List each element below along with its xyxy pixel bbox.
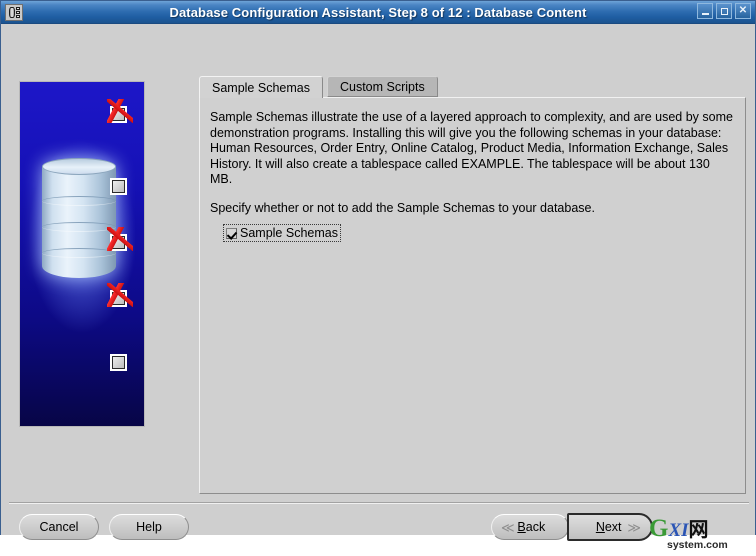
window-title: Database Configuration Assistant, Step 8… bbox=[169, 4, 587, 20]
tab-custom-scripts-label: Custom Scripts bbox=[339, 79, 425, 94]
tab-sample-schemas-label: Sample Schemas bbox=[212, 80, 310, 95]
illustration-marker-checked bbox=[107, 227, 133, 251]
cancel-button[interactable]: Cancel bbox=[19, 514, 99, 540]
database-wizard-illustration bbox=[19, 81, 145, 427]
watermark-main: GXI网 bbox=[649, 516, 753, 544]
database-cylinder-graphic bbox=[42, 158, 116, 284]
watermark-subtitle: system.com bbox=[667, 539, 728, 551]
close-icon: ✕ bbox=[738, 5, 748, 16]
title-bar: Database Configuration Assistant, Step 8… bbox=[1, 1, 755, 24]
maximize-button[interactable] bbox=[716, 3, 732, 19]
tab-content-panel: Sample Schemas illustrate the use of a l… bbox=[199, 97, 746, 494]
chevron-left-icon: ≪ bbox=[501, 519, 515, 535]
tab-custom-scripts[interactable]: Custom Scripts bbox=[326, 76, 438, 97]
window-controls: ✕ bbox=[697, 3, 751, 19]
next-button[interactable]: Next ≫ bbox=[567, 513, 653, 541]
help-button-label: Help bbox=[136, 520, 162, 534]
help-button[interactable]: Help bbox=[109, 514, 189, 540]
instruction-paragraph: Specify whether or not to add the Sample… bbox=[210, 201, 595, 215]
minimize-icon bbox=[701, 12, 709, 15]
database-icon-cylinder bbox=[8, 6, 15, 18]
tab-bar: Sample Schemas Custom Scripts bbox=[199, 76, 438, 98]
illustration-marker-empty bbox=[110, 178, 127, 195]
back-button-label: Back bbox=[517, 520, 546, 534]
watermark-xi: XI bbox=[668, 520, 689, 541]
sample-schemas-checkbox-label: Sample Schemas bbox=[240, 226, 338, 240]
illustration-marker-checked bbox=[107, 99, 133, 123]
cancel-button-label: Cancel bbox=[39, 520, 79, 534]
chevron-right-icon: ≫ bbox=[627, 519, 641, 535]
tab-sample-schemas[interactable]: Sample Schemas bbox=[199, 76, 323, 98]
close-button[interactable]: ✕ bbox=[735, 3, 751, 19]
illustration-marker-checked bbox=[107, 283, 133, 307]
checkbox-icon[interactable] bbox=[226, 227, 237, 239]
watermark-logo: GXI网 system.com bbox=[649, 516, 753, 556]
footer-separator bbox=[9, 502, 749, 504]
watermark-cn: 网 bbox=[688, 519, 709, 541]
database-icon-dots bbox=[15, 6, 20, 18]
application-window: Database Configuration Assistant, Step 8… bbox=[0, 0, 756, 551]
description-paragraph: Sample Schemas illustrate the use of a l… bbox=[210, 110, 733, 186]
next-button-label: Next bbox=[595, 520, 622, 534]
window-body: Sample Schemas Custom Scripts Sample Sch… bbox=[1, 24, 755, 551]
illustration-marker-empty bbox=[110, 354, 127, 371]
database-icon bbox=[5, 3, 23, 21]
maximize-icon bbox=[720, 7, 728, 15]
back-button[interactable]: ≪ Back bbox=[491, 514, 569, 540]
sample-schemas-checkbox[interactable]: Sample Schemas bbox=[223, 224, 341, 242]
minimize-button[interactable] bbox=[697, 3, 713, 19]
